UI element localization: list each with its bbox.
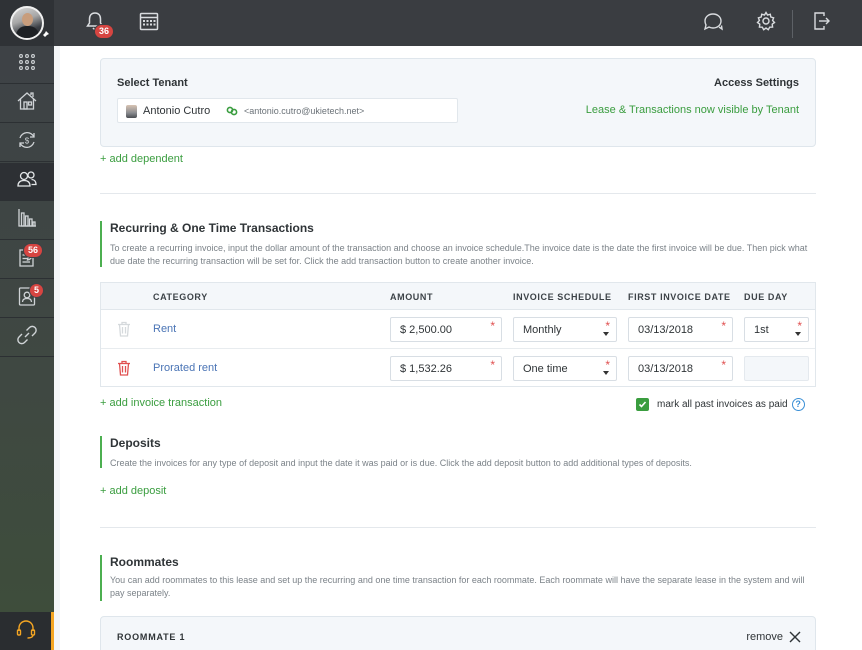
notifications-badge: 36 xyxy=(94,24,115,39)
svg-text:$: $ xyxy=(25,137,30,146)
sidebar-item-properties[interactable] xyxy=(0,85,54,123)
sidebar-item-apps[interactable] xyxy=(0,46,54,84)
chat-button[interactable] xyxy=(700,10,726,36)
support-button[interactable] xyxy=(0,612,54,650)
add-dependent-link[interactable]: + add dependent xyxy=(100,153,183,165)
required-mark: * xyxy=(721,358,726,372)
mark-past-invoices-paid[interactable]: mark all past invoices as paid ? xyxy=(636,397,805,411)
add-deposit-link[interactable]: + add deposit xyxy=(100,485,166,497)
due-day-select[interactable]: 1st * xyxy=(744,317,809,342)
notifications-button[interactable]: 36 xyxy=(82,10,115,39)
transactions-table: CATEGORY AMOUNT INVOICE SCHEDULE FIRST I… xyxy=(100,282,816,387)
topbar-divider xyxy=(792,10,793,38)
top-bar: 36 xyxy=(0,0,862,46)
add-invoice-transaction-link[interactable]: + add invoice transaction xyxy=(100,397,222,409)
dollar-cycle-icon: $ xyxy=(16,129,38,156)
table-row: Rent $ 2,500.00 * Monthly * 03/13/2018 *… xyxy=(101,310,815,349)
pin-icon xyxy=(40,30,50,40)
caret-down-icon xyxy=(795,332,801,336)
divider xyxy=(100,193,816,194)
col-category: CATEGORY xyxy=(153,292,208,302)
section-description: You can add roommates to this lease and … xyxy=(110,575,805,598)
category-link[interactable]: Rent xyxy=(153,323,176,335)
link-icon xyxy=(16,324,38,351)
transactions-section-header: Recurring & One Time Transactions To cre… xyxy=(100,221,810,267)
caret-down-icon xyxy=(603,332,609,336)
required-mark: * xyxy=(490,319,495,333)
link-icon xyxy=(226,104,238,116)
bar-chart-icon xyxy=(16,207,38,234)
section-title: Roommates xyxy=(110,555,179,569)
tenant-name: Antonio Cutro xyxy=(143,105,211,117)
logout-button[interactable] xyxy=(808,10,834,36)
required-mark: * xyxy=(605,358,610,372)
first-invoice-date-input[interactable]: 03/13/2018 * xyxy=(628,356,733,381)
roommate-label: ROOMMATE 1 xyxy=(117,632,186,642)
section-description: Create the invoices for any type of depo… xyxy=(110,458,692,468)
required-mark: * xyxy=(721,319,726,333)
col-invoice-schedule: INVOICE SCHEDULE xyxy=(513,292,612,302)
required-mark: * xyxy=(605,319,610,333)
logout-icon xyxy=(810,10,832,37)
contacts-badge: 5 xyxy=(29,283,45,298)
col-amount: AMOUNT xyxy=(390,292,434,302)
section-title: Recurring & One Time Transactions xyxy=(110,221,314,235)
left-sidebar: $ 56 5 xyxy=(0,46,54,650)
amount-input[interactable]: $ 2,500.00 * xyxy=(390,317,502,342)
due-day-select-disabled xyxy=(744,356,809,381)
gear-icon xyxy=(755,10,777,37)
select-tenant-label: Select Tenant xyxy=(117,77,188,89)
first-invoice-date-input[interactable]: 03/13/2018 * xyxy=(628,317,733,342)
user-avatar-cell[interactable] xyxy=(0,0,54,46)
category-link[interactable]: Prorated rent xyxy=(153,362,217,374)
trash-icon[interactable] xyxy=(117,321,131,337)
caret-down-icon xyxy=(603,371,609,375)
chat-bubbles-icon xyxy=(702,10,724,37)
help-icon[interactable]: ? xyxy=(791,397,805,411)
roommates-section-header: Roommates You can add roommates to this … xyxy=(100,555,810,601)
required-mark: * xyxy=(490,358,495,372)
house-icon xyxy=(16,90,38,117)
close-icon[interactable] xyxy=(789,630,801,643)
table-row: Prorated rent $ 1,532.26 * One time * 03… xyxy=(101,349,815,388)
section-title: Deposits xyxy=(110,436,161,450)
access-settings-link[interactable]: Lease & Transactions now visible by Tena… xyxy=(586,104,799,116)
tenant-email: <antonio.cutro@ukietech.net> xyxy=(244,106,365,116)
table-header: CATEGORY AMOUNT INVOICE SCHEDULE FIRST I… xyxy=(101,283,815,310)
calendar-button[interactable] xyxy=(136,10,162,36)
deposits-section-header: Deposits Create the invoices for any typ… xyxy=(100,436,810,468)
checkbox-checked[interactable] xyxy=(636,397,649,411)
headset-icon xyxy=(15,618,37,645)
amount-input[interactable]: $ 1,532.26 * xyxy=(390,356,502,381)
access-settings-label: Access Settings xyxy=(714,77,799,89)
roommate-card: ROOMMATE 1 remove xyxy=(100,616,816,650)
sidebar-item-tenants[interactable] xyxy=(0,163,54,201)
invoice-schedule-select[interactable]: Monthly * xyxy=(513,317,617,342)
col-due-day: DUE DAY xyxy=(744,292,788,302)
sidebar-item-integrations[interactable] xyxy=(0,319,54,357)
settings-button[interactable] xyxy=(753,10,779,36)
required-mark: * xyxy=(797,319,802,333)
sidebar-item-transactions[interactable]: $ xyxy=(0,124,54,162)
sidebar-item-reports[interactable] xyxy=(0,202,54,240)
remove-roommate-button[interactable]: remove xyxy=(746,631,783,643)
section-description: To create a recurring invoice, input the… xyxy=(110,243,808,266)
tenant-chip[interactable]: Antonio Cutro <antonio.cutro@ukietech.ne… xyxy=(117,98,458,123)
tenant-avatar xyxy=(126,105,137,118)
grid-dots-icon xyxy=(18,53,36,76)
avatar[interactable] xyxy=(10,6,44,40)
users-icon xyxy=(16,168,38,195)
mark-paid-label: mark all past invoices as paid xyxy=(657,398,788,410)
sidebar-item-contacts[interactable]: 5 xyxy=(0,280,54,318)
divider xyxy=(100,527,816,528)
invoice-schedule-select[interactable]: One time * xyxy=(513,356,617,381)
trash-icon[interactable] xyxy=(117,360,131,376)
sidebar-item-documents[interactable]: 56 xyxy=(0,241,54,279)
tenant-panel: Select Tenant Access Settings Antonio Cu… xyxy=(100,58,816,147)
documents-badge: 56 xyxy=(23,243,44,258)
col-first-invoice-date: FIRST INVOICE DATE xyxy=(628,292,731,302)
calendar-icon xyxy=(138,10,160,37)
